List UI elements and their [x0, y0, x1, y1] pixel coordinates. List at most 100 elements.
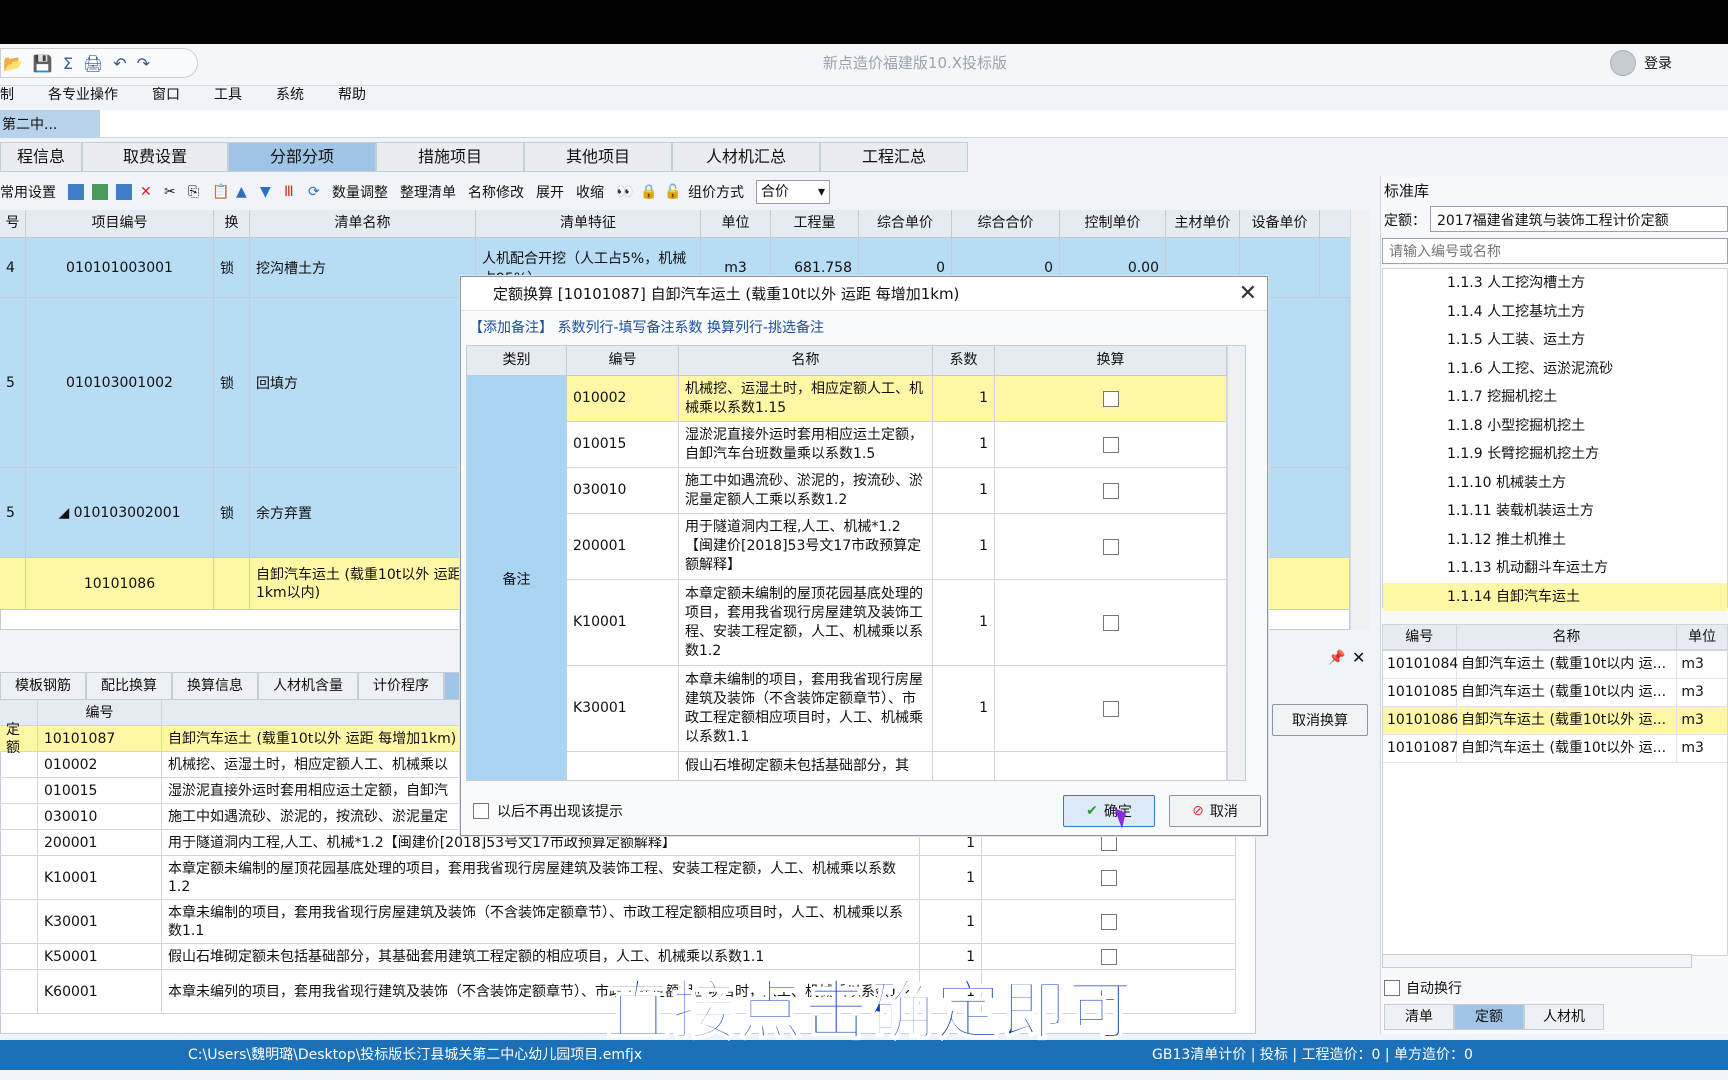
tree-item[interactable]: 1.1.10 机械装土方 [1383, 469, 1727, 498]
horizontal-scrollbar[interactable] [1382, 954, 1692, 968]
tree-item[interactable]: 1.1.11 装载机装运土方 [1383, 497, 1727, 526]
tab-convert-info[interactable]: 换算信息 [172, 672, 258, 700]
tab-bill[interactable]: 清单 [1384, 1004, 1454, 1030]
table-row[interactable]: 030010 施工中如遇流砂、淤泥的，按流砂、淤泥量定额人工乘以系数1.2 1 [567, 468, 1245, 514]
table-row[interactable]: K10001 本章定额未编制的屋顶花园基底处理的项目，套用我省现行房屋建筑及装饰工… [567, 580, 1245, 666]
tree-item[interactable]: 1.1.9 长臂挖掘机挖土方 [1383, 440, 1727, 469]
table-row[interactable]: 假山石堆砌定额未包括基础部分，其 [567, 752, 1245, 780]
ok-button[interactable]: ✔ 确定 [1063, 795, 1155, 827]
dont-show-option[interactable]: 以后不再出现该提示 [473, 801, 623, 821]
organize-dropdown[interactable]: 整理清单 [400, 182, 456, 202]
dont-show-checkbox[interactable] [473, 803, 489, 819]
table-row[interactable]: K30001 本章未编制的项目，套用我省现行房屋建筑及装饰（不含装饰定额章节）、市… [567, 666, 1245, 752]
print-icon[interactable]: 🖨 [83, 54, 103, 73]
convert-checkbox[interactable] [1100, 869, 1117, 886]
table-row[interactable]: 010002 机械挖、运湿土时，相应定额人工、机械乘以系数1.15 1 [567, 376, 1245, 422]
collapse-button[interactable]: 收缩 [576, 182, 604, 202]
tab-pricing-procedure[interactable]: 计价程序 [358, 672, 444, 700]
insert-quota-icon[interactable] [116, 184, 132, 200]
tab-formwork-rebar[interactable]: 模板钢筋 [0, 672, 86, 700]
cancel-button[interactable]: ⊘ 取消 [1169, 795, 1261, 827]
list-item[interactable]: 10101085 自卸汽车运土 (载重10t以内 运... m3 [1383, 679, 1727, 707]
insert-child-icon[interactable] [92, 184, 108, 200]
copy-icon[interactable]: ⎘ [188, 184, 204, 200]
sum-icon[interactable]: Σ [63, 54, 73, 73]
menu-item[interactable]: 各专业操作 [48, 84, 118, 104]
tree-item[interactable]: 1.1.7 挖掘机挖土 [1383, 383, 1727, 412]
redo-icon[interactable]: ↷ [137, 54, 150, 73]
tree-item[interactable]: 1.1.8 小型挖掘机挖土 [1383, 412, 1727, 441]
tree-item[interactable]: 1.1.4 人工挖基坑土方 [1383, 298, 1727, 327]
tab-mix-convert[interactable]: 配比换算 [86, 672, 172, 700]
convert-checkbox[interactable] [1102, 436, 1119, 453]
lock-icon[interactable]: 🔒 [640, 184, 657, 200]
dialog-scrollbar[interactable] [1227, 346, 1245, 780]
document-tab[interactable]: 第二中... [0, 110, 100, 138]
expand-button[interactable]: 展开 [536, 182, 564, 202]
cut-icon[interactable]: ✂ [164, 184, 180, 200]
settings-dropdown[interactable]: 常用设置 [0, 182, 56, 202]
binoculars-icon[interactable]: 👀 [616, 184, 633, 200]
refresh-icon[interactable]: ⟳ [308, 184, 324, 200]
menu-item[interactable]: 制 [0, 84, 14, 104]
unlock-icon[interactable]: 🔓 [664, 184, 681, 200]
undo-icon[interactable]: ↶ [113, 54, 126, 73]
menu-item[interactable]: 窗口 [152, 84, 180, 104]
tree-item[interactable]: 1.1.3 人工挖沟槽土方 [1383, 269, 1727, 298]
menu-item[interactable]: 帮助 [338, 84, 366, 104]
convert-checkbox[interactable] [1100, 913, 1117, 930]
table-row[interactable]: K10001 本章定额未编制的屋顶花园基底处理的项目，套用我省现行房屋建筑及装饰工… [0, 856, 1236, 900]
tab-other-items[interactable]: 其他项目 [524, 142, 672, 172]
list-item[interactable]: 10101087 自卸汽车运土 (载重10t以外 运... m3 [1383, 735, 1727, 763]
tab-project-info[interactable]: 程信息 [0, 142, 82, 172]
dialog-close-icon[interactable]: ✕ [1239, 281, 1257, 306]
menu-item[interactable]: 工具 [214, 84, 242, 104]
convert-checkbox[interactable] [1102, 482, 1119, 499]
qty-adjust-dropdown[interactable]: 数量调整 [332, 182, 388, 202]
menu-item[interactable]: 系统 [276, 84, 304, 104]
pin-icon[interactable]: 📌 [1328, 650, 1345, 666]
insert-icon[interactable] [68, 184, 84, 200]
search-input[interactable] [1382, 238, 1728, 264]
convert-checkbox[interactable] [1102, 700, 1119, 717]
group-mode-select[interactable]: 合价 [756, 180, 830, 204]
delete-icon[interactable]: ✕ [140, 184, 156, 200]
tree-item[interactable]: 1.1.12 推土机推土 [1383, 526, 1727, 555]
tab-fee-settings[interactable]: 取费设置 [82, 142, 228, 172]
convert-checkbox[interactable] [1102, 390, 1119, 407]
tree-item[interactable]: 1.1.6 人工挖、运淤泥流砂 [1383, 355, 1727, 384]
tab-labor-material[interactable]: 人材机 [1524, 1004, 1604, 1030]
tab-labor-material-summary[interactable]: 人材机汇总 [672, 142, 820, 172]
save-icon[interactable]: 💾 [33, 54, 53, 73]
rename-dropdown[interactable]: 名称修改 [468, 182, 524, 202]
tab-measures[interactable]: 措施项目 [376, 142, 524, 172]
add-note-link[interactable]: 【添加备注】 [469, 320, 553, 336]
open-icon[interactable]: 📂 [3, 54, 23, 73]
tab-sub-items[interactable]: 分部分项 [228, 142, 376, 172]
auto-wrap-option[interactable]: 自动换行 [1384, 978, 1462, 998]
list-item[interactable]: 10101084 自卸汽车运土 (载重10t以内 运... m3 [1383, 651, 1727, 679]
table-row[interactable]: 200001 用于隧道洞内工程,人工、机械*1.2【闽建价[2018]53号文17… [567, 514, 1245, 580]
tab-project-summary[interactable]: 工程汇总 [820, 142, 968, 172]
paste-icon[interactable]: 📋 [212, 184, 229, 200]
quota-select[interactable]: 2017福建省建筑与装饰工程计价定额 [1430, 206, 1728, 232]
login-area[interactable]: 登录 [1610, 50, 1672, 76]
auto-wrap-checkbox[interactable] [1384, 980, 1400, 996]
list-item[interactable]: 10101086 自卸汽车运土 (载重10t以外 运... m3 [1383, 707, 1727, 735]
move-up-icon[interactable]: ▲ [236, 184, 252, 200]
tree-item[interactable]: 1.1.5 人工装、运土方 [1383, 326, 1727, 355]
convert-checkbox[interactable] [1100, 834, 1117, 851]
table-row[interactable]: 010015 湿淤泥直接外运时套用相应运土定额，自卸汽车台班数量乘以系数1.5 1 [567, 422, 1245, 468]
convert-checkbox[interactable] [1102, 538, 1119, 555]
grid-scrollbar[interactable] [1350, 210, 1370, 630]
table-row[interactable]: K30001 本章未编制的项目，套用我省现行房屋建筑及装饰（不含装饰定额章节）、市… [0, 900, 1236, 944]
tab-quota[interactable]: 定额 [1454, 1004, 1524, 1030]
tree-item[interactable]: 1.1.13 机动翻斗车运土方 [1383, 554, 1727, 583]
tree-item[interactable]: 1.1.14 自卸汽车运土 [1383, 582, 1727, 611]
tab-labor-content[interactable]: 人材机含量 [258, 672, 358, 700]
convert-checkbox[interactable] [1102, 614, 1119, 631]
cancel-convert-button[interactable]: 取消换算 [1272, 704, 1368, 736]
move-down-icon[interactable]: ▼ [260, 184, 276, 200]
close-icon[interactable]: ✕ [1352, 648, 1365, 667]
calc-icon[interactable]: Ⅲ [284, 184, 300, 200]
